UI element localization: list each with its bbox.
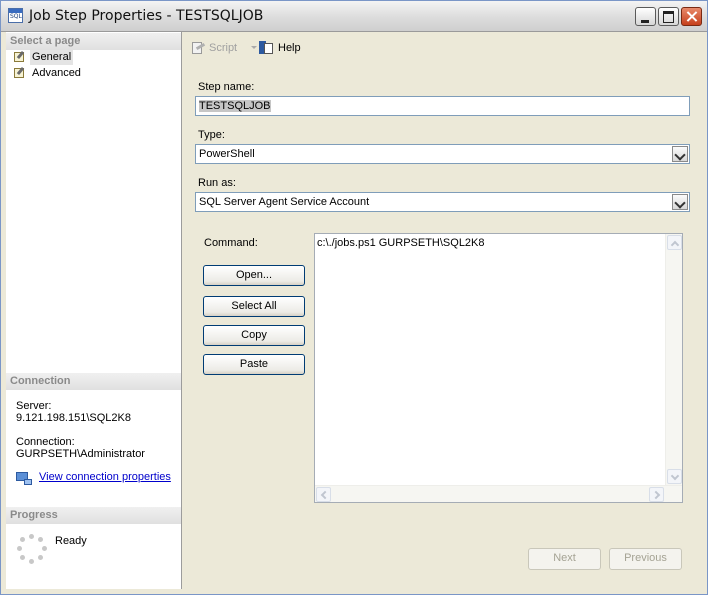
chevron-down-icon[interactable] [672, 194, 688, 210]
window-title: Job Step Properties - TESTSQLJOB [29, 8, 264, 24]
scroll-right-icon[interactable] [649, 487, 664, 502]
script-icon [190, 40, 206, 56]
title-bar[interactable]: Job Step Properties - TESTSQLJOB [1, 1, 707, 32]
left-pane: Select a page General Advanced Connectio… [6, 32, 182, 589]
wrench-page-icon [12, 66, 26, 79]
maximize-button[interactable] [658, 7, 679, 26]
progress-status: Ready [55, 535, 87, 547]
help-label: Help [278, 42, 301, 54]
select-all-button[interactable]: Select All [203, 296, 305, 317]
scroll-up-icon[interactable] [667, 235, 682, 250]
connection-properties-icon [16, 472, 32, 486]
scroll-left-icon[interactable] [316, 487, 331, 502]
help-button[interactable]: Help [258, 40, 303, 56]
copy-button[interactable]: Copy [203, 325, 305, 346]
type-label: Type: [198, 129, 225, 141]
server-value: 9.121.198.151\SQL2K8 [16, 412, 131, 424]
vertical-scrollbar[interactable] [665, 234, 682, 485]
close-button[interactable] [681, 7, 702, 26]
step-name-value: TESTSQLJOB [199, 100, 271, 112]
chevron-down-icon [251, 46, 257, 49]
page-item-label: General [30, 50, 74, 65]
step-name-input[interactable]: TESTSQLJOB [195, 96, 690, 116]
scroll-down-icon[interactable] [667, 469, 682, 484]
run-as-value: SQL Server Agent Service Account [199, 196, 370, 208]
minimize-button[interactable] [635, 7, 656, 26]
type-value: PowerShell [199, 148, 255, 160]
command-value: c:\./jobs.ps1 GURPSETH\SQL2K8 [317, 237, 485, 249]
page-item-label: Advanced [32, 67, 81, 79]
right-pane: Script Help Step name: TESTSQLJOB Type: … [182, 32, 707, 589]
step-name-label: Step name: [198, 81, 255, 93]
command-label: Command: [204, 237, 258, 249]
open-button[interactable]: Open... [203, 265, 305, 286]
sql-app-icon [8, 8, 23, 23]
wrench-page-icon [12, 50, 26, 63]
help-book-icon [258, 40, 274, 56]
previous-button[interactable]: Previous [609, 548, 682, 570]
run-as-select[interactable]: SQL Server Agent Service Account [195, 192, 690, 212]
paste-button[interactable]: Paste [203, 354, 305, 375]
connection-value: GURPSETH\Administrator [16, 448, 145, 460]
connection-header: Connection [6, 373, 181, 390]
horizontal-scrollbar[interactable] [315, 485, 682, 502]
select-page-header: Select a page [6, 33, 181, 50]
progress-spinner-icon [17, 534, 47, 564]
script-label: Script [209, 42, 238, 54]
next-button[interactable]: Next [528, 548, 601, 570]
run-as-label: Run as: [198, 177, 236, 189]
script-button[interactable]: Script [190, 40, 257, 56]
chevron-down-icon[interactable] [672, 146, 688, 162]
progress-header: Progress [6, 507, 181, 524]
view-connection-properties-link[interactable]: View connection properties [39, 471, 171, 483]
job-step-properties-window: Job Step Properties - TESTSQLJOB Select … [0, 0, 708, 595]
type-select[interactable]: PowerShell [195, 144, 690, 164]
command-textarea[interactable]: c:\./jobs.ps1 GURPSETH\SQL2K8 [314, 233, 683, 503]
